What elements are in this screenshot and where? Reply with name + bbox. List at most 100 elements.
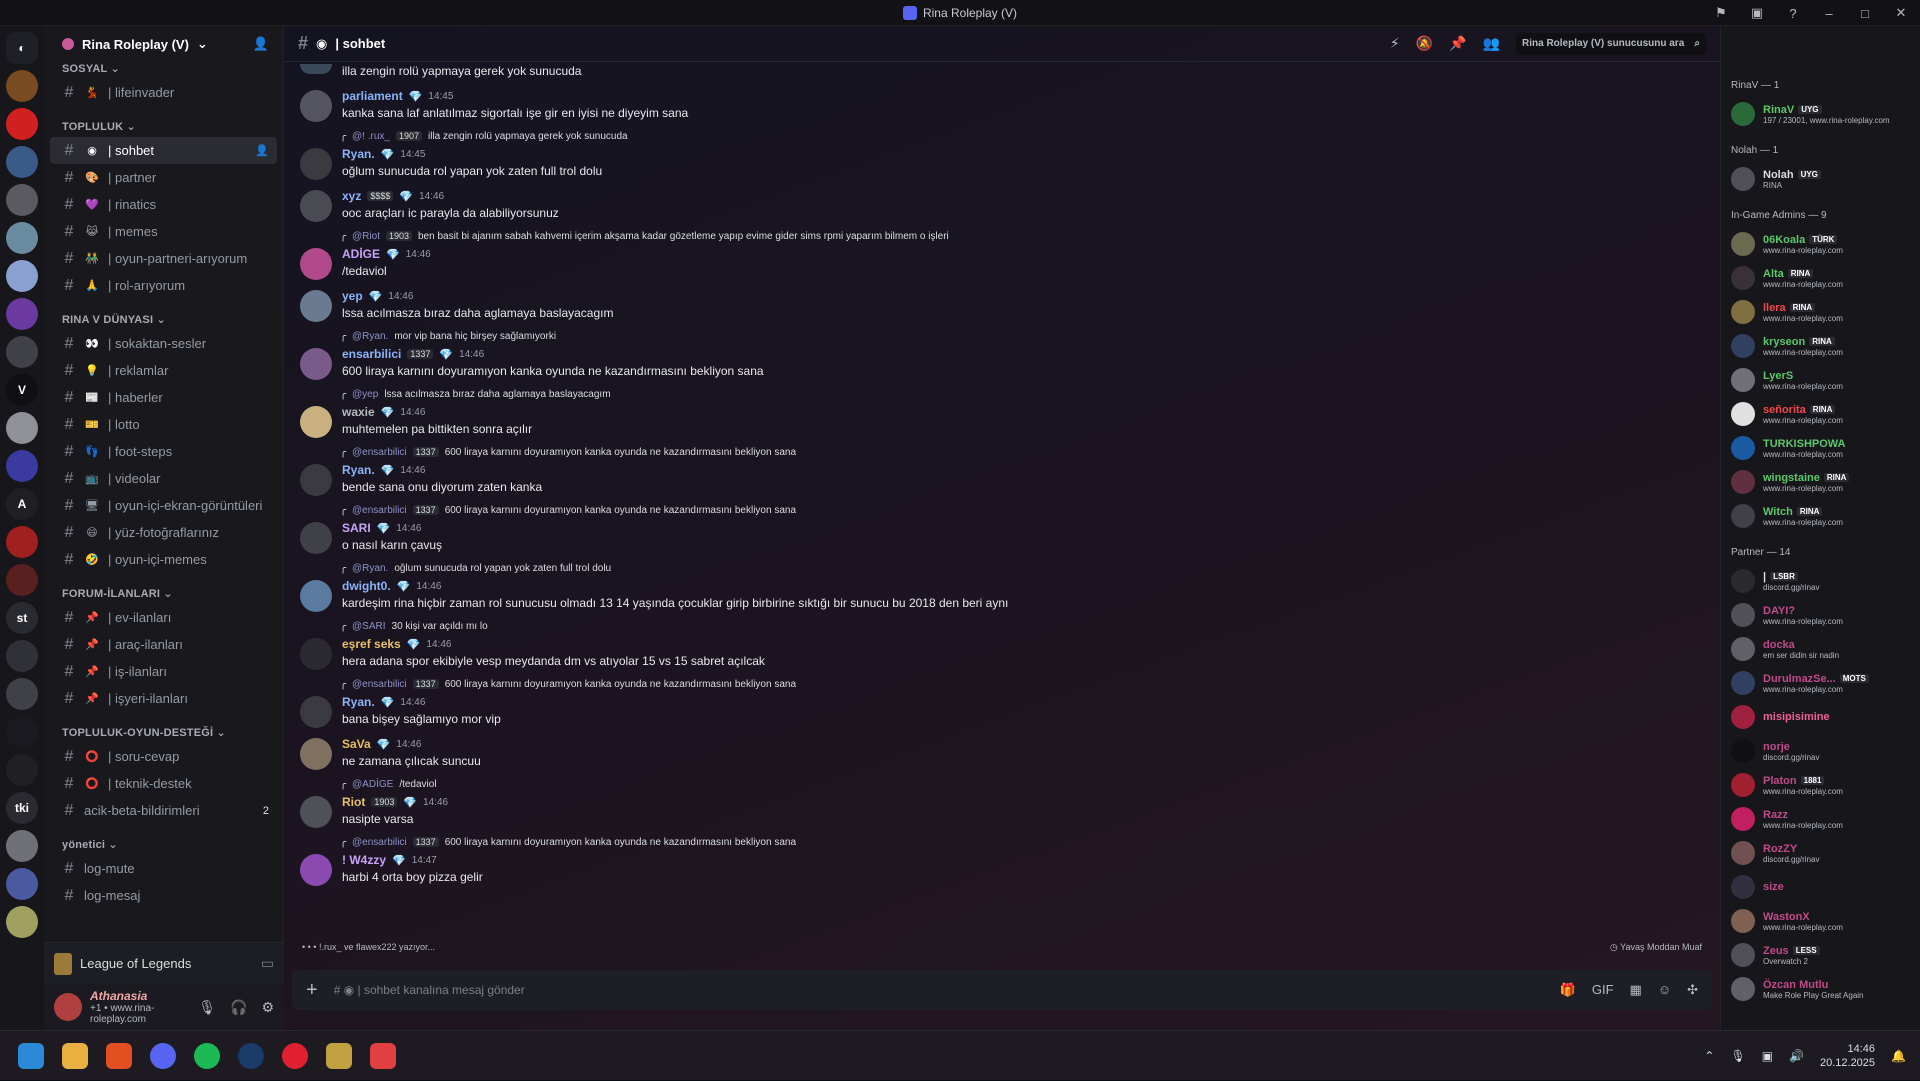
reply-mention[interactable]: @ADİGE bbox=[352, 779, 393, 790]
server-icon[interactable] bbox=[6, 640, 38, 672]
channel-item[interactable]: # 💃 | lifeinvader bbox=[50, 79, 277, 106]
member-item[interactable]: Nolah UYG RINA bbox=[1731, 162, 1920, 196]
channel-item[interactable]: # 💜 | rinatics bbox=[50, 191, 277, 218]
user-avatar[interactable] bbox=[300, 638, 332, 670]
member-item[interactable]: Witch RINA www.rina-roleplay.com bbox=[1731, 499, 1920, 533]
member-item[interactable]: norje discord.gg/rinav bbox=[1731, 734, 1920, 768]
reply-mention[interactable]: @SARI bbox=[352, 621, 386, 632]
author-name[interactable]: xyz bbox=[342, 189, 361, 203]
server-tki-icon[interactable]: tki bbox=[6, 792, 38, 824]
windows-start-icon[interactable] bbox=[18, 1042, 44, 1069]
author-name[interactable]: Ryan. bbox=[342, 463, 375, 477]
reply-preview[interactable]: ╭ @! .rux_ 1907 illa zengin rolü yapmaya ge… bbox=[292, 130, 1720, 142]
author-name[interactable]: ! W4zzy bbox=[342, 853, 386, 867]
member-item[interactable]: Alta RINA www.rina-roleplay.com bbox=[1731, 261, 1920, 295]
screen-icon[interactable]: ▣ bbox=[1746, 5, 1768, 21]
channel-item[interactable]: # 📌 | ev-ilanları bbox=[50, 604, 277, 631]
channel-item[interactable]: # 👀 | sokaktan-sesler bbox=[50, 330, 277, 357]
app-icon[interactable] bbox=[370, 1042, 396, 1069]
discord-home-icon[interactable]: ◐ bbox=[6, 32, 38, 64]
author-name[interactable]: waxie bbox=[342, 405, 375, 419]
server-icon[interactable] bbox=[6, 526, 38, 558]
author-name[interactable]: SaVa bbox=[342, 737, 371, 751]
channel-category[interactable]: FORUM-İLANLARI ⌄ bbox=[50, 573, 277, 604]
channel-category[interactable]: TOPLULUK-OYUN-DESTEĞİ ⌄ bbox=[50, 712, 277, 743]
channel-item[interactable]: # 💡 | reklamlar bbox=[50, 357, 277, 384]
channel-category[interactable]: SOSYAL ⌄ bbox=[50, 62, 277, 79]
author-name[interactable]: Riot bbox=[342, 795, 365, 809]
user-avatar[interactable] bbox=[54, 993, 82, 1021]
member-item[interactable]: misipisimine bbox=[1731, 700, 1920, 734]
app-icon[interactable] bbox=[282, 1042, 308, 1069]
reply-preview[interactable]: ╭ @Ryan. mor vip bana hiç birşey sağlamıyo… bbox=[292, 330, 1720, 342]
member-item[interactable]: RozZY discord.gg/rinav bbox=[1731, 836, 1920, 870]
server-st-icon[interactable]: st bbox=[6, 602, 38, 634]
channel-item[interactable]: # log-mute bbox=[50, 855, 277, 882]
channel-item[interactable]: # 📌 | iş-ilanları bbox=[50, 658, 277, 685]
member-list-icon[interactable]: 👥 bbox=[1483, 35, 1500, 52]
member-item[interactable]: llera RINA www.rina-roleplay.com bbox=[1731, 295, 1920, 329]
author-name[interactable]: eşref seks bbox=[342, 637, 401, 651]
server-icon[interactable] bbox=[6, 336, 38, 368]
server-icon[interactable] bbox=[6, 868, 38, 900]
microphone-icon[interactable]: 🎙 bbox=[198, 999, 216, 1016]
server-icon[interactable] bbox=[6, 412, 38, 444]
reply-preview[interactable]: ╭ @Ryan. oğlum sunucuda rol yapan yok zate… bbox=[292, 562, 1720, 574]
reply-mention[interactable]: @Riot bbox=[352, 231, 380, 242]
server-icon[interactable] bbox=[6, 146, 38, 178]
pin-icon[interactable]: 📌 bbox=[1449, 35, 1466, 52]
settings-gear-icon[interactable]: ⚙ bbox=[261, 999, 274, 1016]
member-item[interactable]: kryseon RINA www.rina-roleplay.com bbox=[1731, 329, 1920, 363]
channel-category[interactable]: TOPLULUK ⌄ bbox=[50, 106, 277, 137]
inbox-icon[interactable]: ⚑ bbox=[1710, 5, 1732, 21]
channel-item[interactable]: # ⭕ | soru-cevap bbox=[50, 743, 277, 770]
user-avatar[interactable] bbox=[300, 464, 332, 496]
notifications-icon[interactable]: 🔔 bbox=[1891, 1049, 1906, 1063]
gift-icon[interactable]: 🎁 bbox=[1560, 982, 1576, 998]
reply-mention[interactable]: @ensarbilici bbox=[352, 447, 407, 458]
channel-item[interactable]: # 🎨 | partner bbox=[50, 164, 277, 191]
member-item[interactable]: Zeus LESS Overwatch 2 bbox=[1731, 938, 1920, 972]
reply-mention[interactable]: @Ryan. bbox=[352, 331, 388, 342]
member-item[interactable]: DurulmazSe... MOTS www.rina-roleplay.com bbox=[1731, 666, 1920, 700]
user-avatar[interactable] bbox=[300, 738, 332, 770]
member-item[interactable]: size bbox=[1731, 870, 1920, 904]
user-avatar[interactable] bbox=[300, 190, 332, 222]
volume-icon[interactable]: 🔊 bbox=[1789, 1049, 1804, 1063]
minimize-button[interactable]: – bbox=[1818, 6, 1840, 21]
user-avatar[interactable] bbox=[300, 290, 332, 322]
spotify-icon[interactable] bbox=[194, 1042, 220, 1069]
emoji-icon[interactable]: ☺ bbox=[1658, 982, 1671, 998]
member-item[interactable]: Razz www.rina-roleplay.com bbox=[1731, 802, 1920, 836]
message-composer[interactable]: + # ◉ | sohbet kanalına mesaj gönder 🎁 G… bbox=[292, 970, 1712, 1010]
activity-icon[interactable]: ▭ bbox=[261, 955, 274, 972]
author-name[interactable]: dwight0. bbox=[342, 579, 391, 593]
server-icon[interactable] bbox=[6, 906, 38, 938]
discord-icon[interactable] bbox=[150, 1042, 176, 1069]
channel-item[interactable]: # 👣 | foot-steps bbox=[50, 438, 277, 465]
member-item[interactable]: | LSBR discord.gg/rinav bbox=[1731, 564, 1920, 598]
server-header[interactable]: Rina Roleplay (V) ⌄ 👤 bbox=[44, 26, 283, 62]
user-avatar[interactable] bbox=[300, 696, 332, 728]
maximize-button[interactable]: □ bbox=[1854, 6, 1876, 21]
channel-item[interactable]: # 🖥 | oyun-içi-ekran-görüntüleri bbox=[50, 492, 277, 519]
chevron-up-icon[interactable]: ⌃ bbox=[1704, 1049, 1714, 1063]
reply-preview[interactable]: ╭ @yep lssa acılmasza bıraz daha aglamaya … bbox=[292, 388, 1720, 400]
reply-mention[interactable]: @Ryan. bbox=[352, 563, 388, 574]
member-item[interactable]: Özcan Mutlu Make Role Play Great Again bbox=[1731, 972, 1920, 1006]
server-konsey-icon[interactable] bbox=[6, 70, 38, 102]
server-icon[interactable] bbox=[6, 716, 38, 748]
member-item[interactable]: DAYI? www.rina-roleplay.com bbox=[1731, 598, 1920, 632]
reply-mention[interactable]: @! .rux_ bbox=[352, 131, 390, 142]
reply-preview[interactable]: ╭ @Riot 1903 ben basit bi ajanım sabah kahv… bbox=[292, 230, 1720, 242]
member-item[interactable]: RinaV UYG 197 / 23001, www.rina-roleplay.c… bbox=[1731, 97, 1920, 131]
server-icon[interactable]: A bbox=[6, 488, 38, 520]
activity-bar[interactable]: League of Legends ▭ bbox=[44, 942, 284, 984]
reply-mention[interactable]: @ensarbilici bbox=[352, 679, 407, 690]
user-avatar[interactable] bbox=[300, 854, 332, 886]
author-name[interactable]: ADİGE bbox=[342, 247, 380, 261]
member-item[interactable]: wingstaine RINA www.rina-roleplay.com bbox=[1731, 465, 1920, 499]
server-icon[interactable] bbox=[6, 754, 38, 786]
author-name[interactable]: parliament bbox=[342, 89, 403, 103]
server-icon[interactable] bbox=[6, 678, 38, 710]
